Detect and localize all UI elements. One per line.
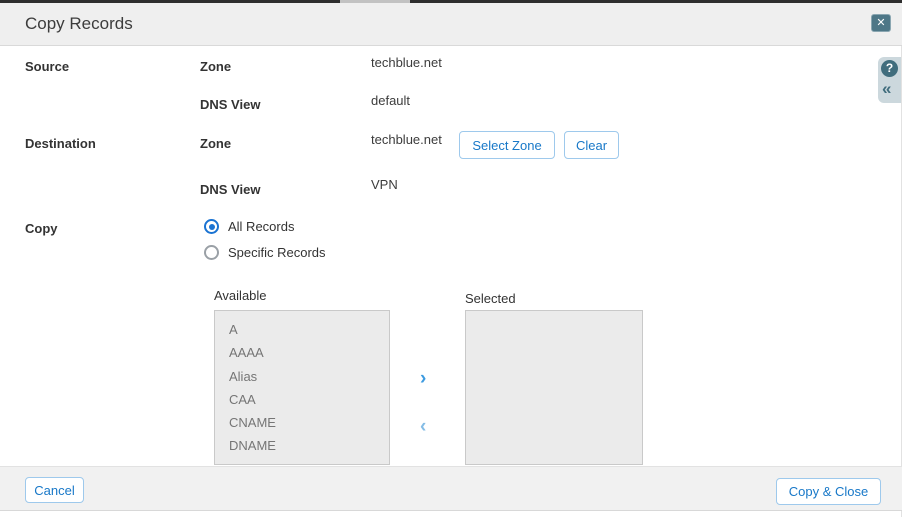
copy-section-label: Copy xyxy=(25,221,58,236)
list-item[interactable]: Host xyxy=(215,458,389,465)
radio-button-icon[interactable] xyxy=(204,219,219,234)
source-zone-label: Zone xyxy=(200,59,231,74)
selected-listbox[interactable] xyxy=(465,310,643,465)
destination-zone-value: techblue.net xyxy=(371,132,442,147)
list-item[interactable]: Alias xyxy=(215,365,389,388)
list-item[interactable]: AAAA xyxy=(215,341,389,364)
destination-section-label: Destination xyxy=(25,136,96,151)
available-listbox[interactable]: AAAAAAliasCAACNAMEDNAMEHost xyxy=(214,310,390,465)
cancel-button[interactable]: Cancel xyxy=(25,477,84,503)
source-zone-value: techblue.net xyxy=(371,55,442,70)
radio-all-records[interactable]: All Records xyxy=(204,218,294,234)
move-right-icon[interactable]: › xyxy=(420,369,426,389)
dialog-title: Copy Records xyxy=(25,14,133,34)
list-item[interactable]: A xyxy=(215,318,389,341)
source-dns-view-value: default xyxy=(371,93,410,108)
list-item[interactable]: DNAME xyxy=(215,434,389,457)
copy-and-close-button[interactable]: Copy & Close xyxy=(776,478,881,505)
destination-dns-view-label: DNS View xyxy=(200,182,260,197)
radio-button-icon[interactable] xyxy=(204,245,219,260)
destination-dns-view-value: VPN xyxy=(371,177,398,192)
help-icon[interactable]: ? xyxy=(881,60,898,77)
source-section-label: Source xyxy=(25,59,69,74)
close-icon[interactable]: ✕ xyxy=(871,14,891,32)
help-side-tab: ? « xyxy=(878,57,901,103)
source-dns-view-label: DNS View xyxy=(200,97,260,112)
list-item[interactable]: CNAME xyxy=(215,411,389,434)
radio-specific-records-label: Specific Records xyxy=(228,245,326,260)
destination-zone-label: Zone xyxy=(200,136,231,151)
dialog-header: Copy Records ✕ xyxy=(0,3,902,46)
selected-list-label: Selected xyxy=(465,291,516,306)
move-left-icon[interactable]: ‹ xyxy=(420,417,426,437)
list-item[interactable]: CAA xyxy=(215,388,389,411)
clear-button[interactable]: Clear xyxy=(564,131,619,159)
dialog-footer: Cancel Copy & Close xyxy=(0,466,902,511)
select-zone-button[interactable]: Select Zone xyxy=(459,131,555,159)
available-list-label: Available xyxy=(214,288,267,303)
radio-all-records-label: All Records xyxy=(228,219,294,234)
radio-specific-records[interactable]: Specific Records xyxy=(204,244,326,260)
collapse-panel-icon[interactable]: « xyxy=(882,79,891,99)
copy-records-dialog: Copy Records ✕ ? « Source Zone techblue.… xyxy=(0,0,902,517)
